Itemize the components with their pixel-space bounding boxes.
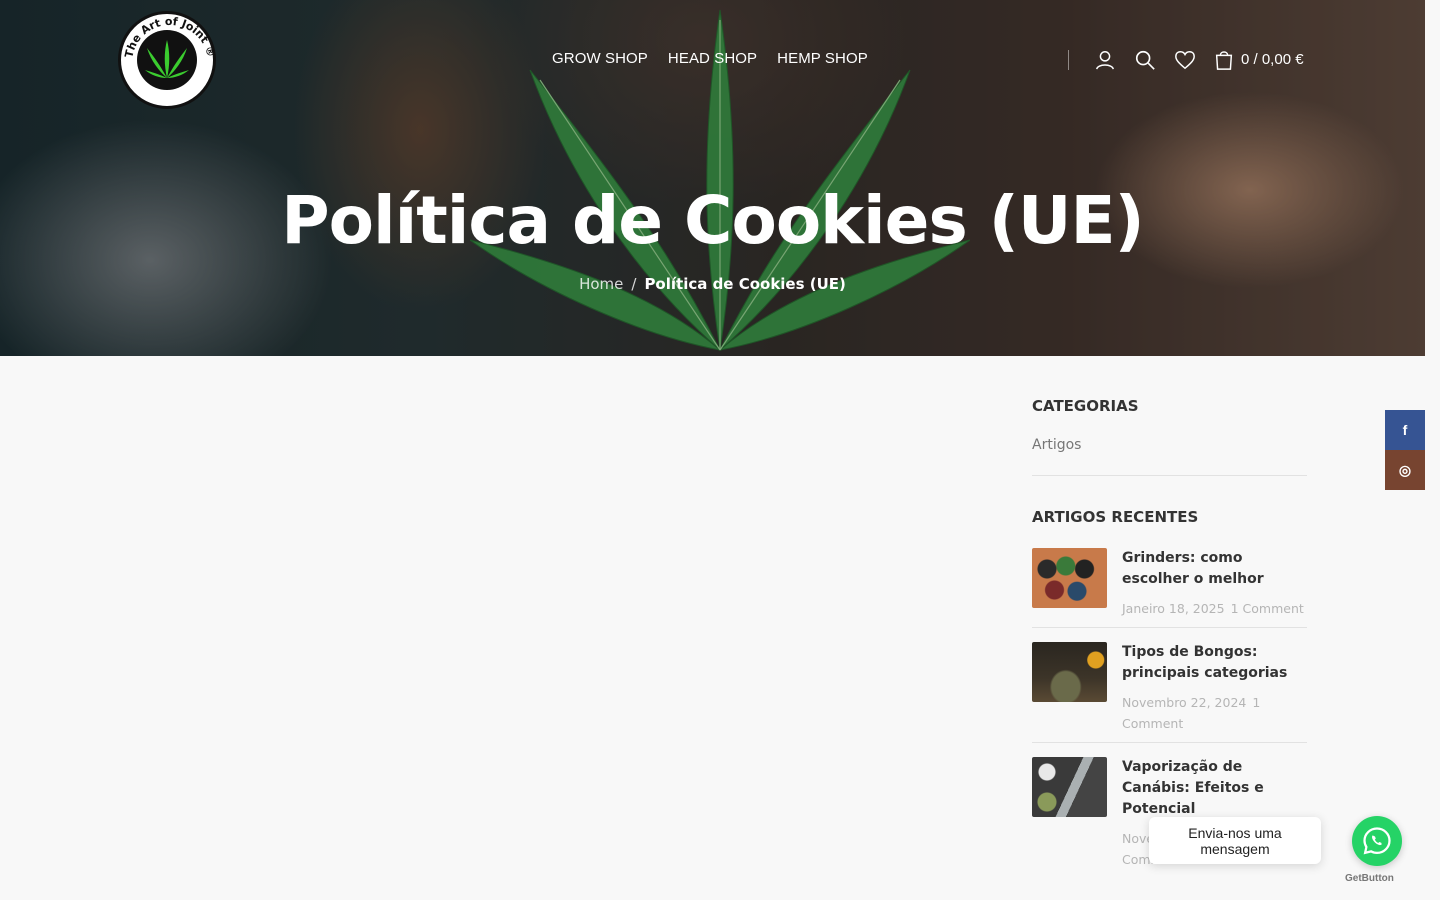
nav-head-shop[interactable]: HEAD SHOP [668, 50, 757, 67]
nav-grow-shop[interactable]: GROW SHOP [552, 50, 648, 67]
whatsapp-message-bubble[interactable]: Envia-nos uma mensagem [1149, 817, 1321, 864]
logo-ring-text: The Art of Joint ® [122, 15, 217, 59]
breadcrumb: Home / Política de Cookies (UE) [0, 275, 1425, 293]
social-sticky-bar: f ◎ [1385, 410, 1425, 490]
whatsapp-button[interactable] [1352, 816, 1402, 866]
breadcrumb-separator: / [631, 275, 637, 293]
wishlist-heart-icon[interactable] [1174, 49, 1196, 71]
facebook-icon[interactable]: f [1385, 410, 1425, 450]
widget-divider [1032, 475, 1307, 476]
post-title[interactable]: Tipos de Bongos: principais categorias [1122, 642, 1307, 684]
post-date: Novembro 22, 2024 [1122, 695, 1247, 710]
breadcrumb-current: Política de Cookies (UE) [644, 275, 846, 293]
post-title[interactable]: Grinders: como escolher o melhor [1122, 548, 1307, 590]
recent-posts-title: ARTIGOS RECENTES [1032, 508, 1199, 526]
account-icon[interactable] [1094, 49, 1116, 71]
post-thumbnail-grinders[interactable] [1032, 548, 1107, 608]
post-meta: Novembro 22, 2024 1 Comment [1122, 692, 1307, 734]
instagram-icon[interactable]: ◎ [1385, 450, 1425, 490]
main-nav: GROW SHOP HEAD SHOP HEMP SHOP [552, 50, 868, 67]
categories-title: CATEGORIAS [1032, 397, 1139, 415]
recent-post[interactable]: Grinders: como escolher o melhor Janeiro… [1032, 548, 1307, 628]
post-meta: Janeiro 18, 2025 1 Comment [1122, 598, 1307, 619]
search-icon[interactable] [1134, 49, 1156, 71]
post-date: Janeiro 18, 2025 [1122, 601, 1225, 616]
post-thumbnail-vaporizacao[interactable] [1032, 757, 1107, 817]
recent-post[interactable]: Tipos de Bongos: principais categorias N… [1032, 628, 1307, 743]
category-link-artigos[interactable]: Artigos [1032, 437, 1307, 453]
getbutton-credit[interactable]: GetButton [1345, 873, 1394, 884]
post-thumbnail-bongos[interactable] [1032, 642, 1107, 702]
sidebar: CATEGORIAS Artigos ARTIGOS RECENTES Grin… [1032, 397, 1307, 878]
cart-total[interactable]: 0 / 0,00 € [1241, 51, 1304, 68]
svg-text:The Art of Joint ®: The Art of Joint ® [122, 15, 217, 59]
nav-hemp-shop[interactable]: HEMP SHOP [777, 50, 868, 67]
header-divider [1068, 50, 1069, 70]
breadcrumb-home[interactable]: Home [579, 275, 623, 293]
cart-bag-icon[interactable] [1213, 49, 1235, 71]
post-title[interactable]: Vaporização de Canábis: Efeitos e Potenc… [1122, 757, 1307, 820]
page-title: Política de Cookies (UE) [281, 182, 1144, 259]
post-comments[interactable]: 1 Comment [1231, 601, 1304, 616]
site-logo[interactable]: The Art of Joint ® [118, 11, 218, 109]
whatsapp-icon [1363, 827, 1391, 855]
